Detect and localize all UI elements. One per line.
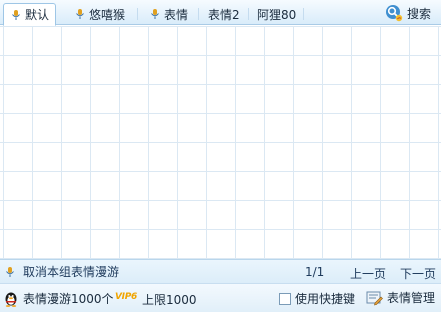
tab-label: 表情 — [164, 7, 189, 22]
emoticon-tab-bar: 默认 悠嘻猴 表情 表情2 阿狸80 搜索 — [0, 0, 441, 26]
shortcut-checkbox-row[interactable]: 使用快捷键 — [279, 290, 355, 307]
tab-youxihou[interactable]: 悠嘻猴 — [68, 3, 131, 25]
pager-bar: 取消本组表情漫游 1/1 上一页 下一页 — [0, 259, 441, 283]
roam-limit: 上限1000 — [142, 293, 197, 307]
tab-ali80[interactable]: 阿狸80 — [251, 3, 302, 25]
status-bar: 表情漫游1000个 VIP6 上限1000 使用快捷键 表情管理 — [0, 283, 441, 312]
vip-badge: VIP6 — [115, 292, 137, 302]
roam-count: 表情漫游1000个 — [3, 290, 114, 307]
search-label: 搜索 — [406, 6, 431, 21]
shortcut-label: 使用快捷键 — [295, 292, 356, 306]
tab-divider — [303, 8, 304, 20]
cancel-roam-link[interactable]: 取消本组表情漫游 — [4, 263, 119, 280]
prev-page-link[interactable]: 上一页 — [350, 265, 386, 282]
manage-icon — [366, 291, 383, 305]
manage-emoticons-button[interactable]: 表情管理 — [366, 289, 435, 306]
qq-penguin-icon — [5, 292, 17, 307]
shortcut-checkbox[interactable] — [279, 292, 291, 305]
mic-icon — [76, 9, 84, 19]
next-page-link[interactable]: 下一页 — [400, 265, 436, 282]
tab-label: 悠嘻猴 — [89, 7, 126, 22]
tab-default[interactable]: 默认 — [3, 3, 57, 26]
mic-icon — [12, 9, 20, 20]
manage-label: 表情管理 — [387, 291, 436, 305]
tab-biaoqing[interactable]: 表情 — [143, 3, 194, 25]
roam-count-label: 表情漫游1000个 — [23, 292, 114, 306]
tab-label: 表情2 — [208, 7, 240, 22]
tab-divider — [248, 8, 249, 20]
cancel-roam-label: 取消本组表情漫游 — [23, 265, 120, 279]
tab-biaoqing2[interactable]: 表情2 — [202, 3, 246, 25]
search-icon — [385, 5, 403, 22]
search-button[interactable]: 搜索 — [385, 3, 431, 23]
tab-label: 默认 — [25, 8, 50, 22]
tab-divider — [137, 8, 138, 20]
tab-divider — [198, 8, 199, 20]
mic-icon — [151, 9, 159, 19]
emoticon-grid[interactable] — [0, 26, 441, 259]
tab-label: 阿狸80 — [257, 7, 297, 22]
mic-icon — [6, 266, 14, 277]
page-indicator: 1/1 — [305, 265, 325, 279]
